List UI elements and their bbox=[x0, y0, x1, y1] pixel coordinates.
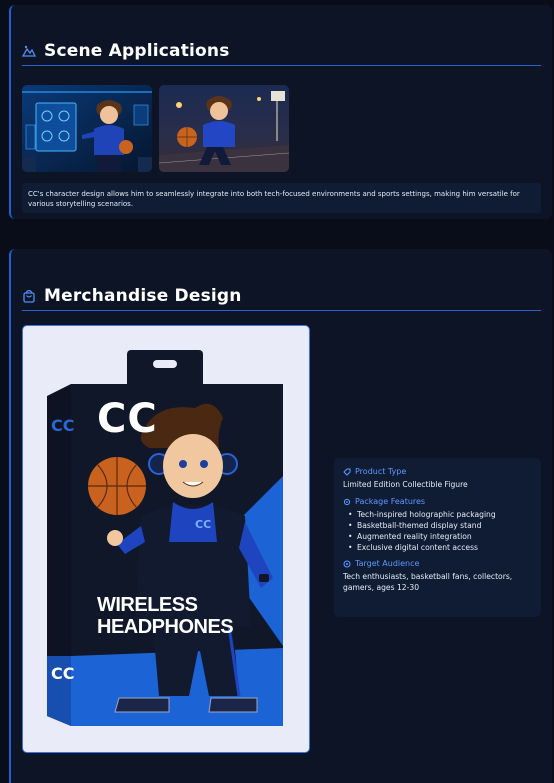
package-features-list: Tech-inspired holographic packaging Bask… bbox=[343, 509, 532, 553]
mountain-icon bbox=[22, 45, 36, 57]
target-audience-label: Target Audience bbox=[343, 559, 532, 568]
list-item: Exclusive digital content access bbox=[343, 542, 532, 553]
sports-scene-image bbox=[159, 85, 289, 172]
merch-section-title: Merchandise Design bbox=[44, 286, 242, 306]
scene-section-title: Scene Applications bbox=[44, 41, 230, 61]
product-info-card: Product Type Limited Edition Collectible… bbox=[334, 458, 541, 617]
merchandise-design-section: Merchandise Design CC CC CC CC WIRELESS … bbox=[9, 249, 552, 783]
package-features-label: Package Features bbox=[343, 497, 532, 506]
product-box-image: CC CC CC CC WIRELESS HEADPHONES bbox=[22, 325, 310, 753]
target-audience-value: Tech enthusiasts, basketball fans, colle… bbox=[343, 572, 513, 592]
product-type-value: Limited Edition Collectible Figure bbox=[343, 480, 468, 489]
box-hoodie-logo: CC bbox=[195, 518, 212, 531]
box-brand-logo: CC bbox=[97, 396, 158, 442]
merch-section-header: Merchandise Design bbox=[22, 282, 541, 311]
gear-icon bbox=[343, 498, 351, 505]
list-item: Augmented reality integration bbox=[343, 531, 532, 542]
product-type-label: Product Type bbox=[343, 467, 532, 476]
box-side-logo-bottom: CC bbox=[51, 664, 75, 683]
box-side-logo: CC bbox=[51, 416, 75, 435]
list-item: Basketball-themed display stand bbox=[343, 520, 532, 531]
shopping-bag-icon bbox=[23, 289, 35, 303]
tag-icon bbox=[343, 468, 351, 476]
list-item: Tech-inspired holographic packaging bbox=[343, 509, 532, 520]
scene-applications-section: Scene Applications CC's character design… bbox=[9, 5, 552, 219]
tech-scene-image bbox=[22, 85, 152, 172]
target-icon bbox=[343, 560, 351, 567]
scene-caption: CC's character design allows him to seam… bbox=[22, 183, 541, 213]
box-product-name-line2: HEADPHONES bbox=[97, 616, 234, 638]
box-product-name-line1: WIRELESS bbox=[97, 594, 198, 616]
scene-section-header: Scene Applications bbox=[22, 37, 541, 66]
